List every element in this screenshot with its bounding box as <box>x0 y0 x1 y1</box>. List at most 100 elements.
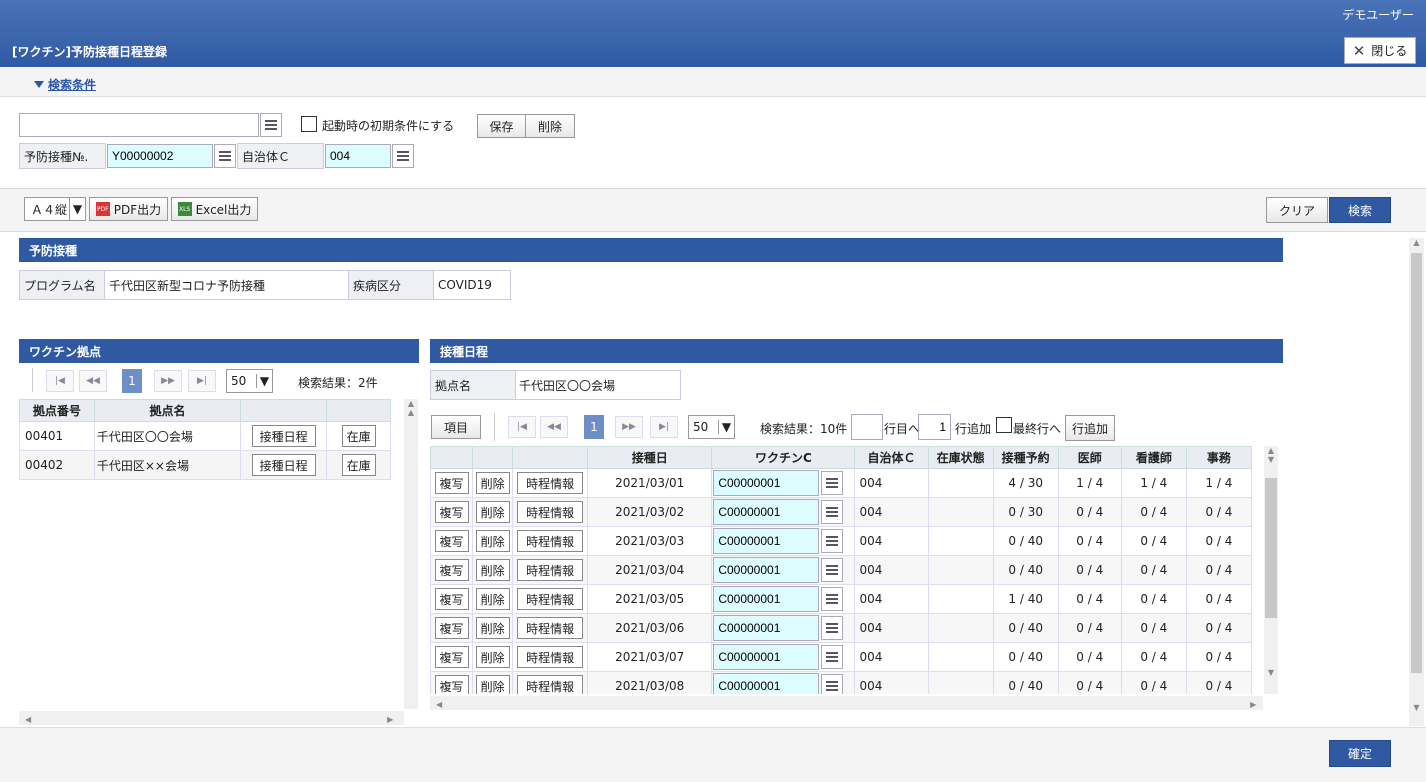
vaccine-list-button[interactable] <box>821 529 844 553</box>
vaccine-list-button[interactable] <box>821 471 844 495</box>
page-number[interactable]: 1 <box>584 415 604 439</box>
vaccine-list-button[interactable] <box>821 674 844 694</box>
paper-size-select[interactable]: Ａ４縦 ▼ <box>24 197 86 221</box>
nurse-cell: 0 / 4 <box>1120 555 1187 585</box>
table-row[interactable]: 00402 千代田区××会場 接種日程 在庫 <box>19 450 391 480</box>
table-row[interactable]: 複写削除時程情報2021/03/060040 / 400 / 40 / 40 /… <box>430 613 1253 643</box>
goto-row-label: 行目へ <box>884 422 921 436</box>
copy-button[interactable]: 複写 <box>434 675 469 694</box>
time-info-button[interactable]: 時程情報 <box>517 646 584 668</box>
table-row[interactable]: 複写削除時程情報2021/03/080040 / 400 / 40 / 40 /… <box>430 671 1253 694</box>
page-vertical-scrollbar[interactable]: ▲ ▼ <box>1409 238 1424 726</box>
initial-condition-checkbox[interactable] <box>301 116 317 132</box>
base-page-size-select[interactable]: 50 ▼ <box>226 369 273 393</box>
schedule-page-size-select[interactable]: 50 ▼ <box>688 415 735 439</box>
time-info-button[interactable]: 時程情報 <box>517 588 584 610</box>
columns-button[interactable]: 項目 <box>431 415 481 439</box>
delete-row-button[interactable]: 削除 <box>475 646 510 668</box>
goto-row-input[interactable] <box>851 414 883 440</box>
vaccine-code-input[interactable] <box>713 528 820 554</box>
vaccine-list-button[interactable] <box>821 558 844 582</box>
delete-condition-button[interactable]: 削除 <box>525 114 575 138</box>
excel-export-button[interactable]: XLS Excel出力 <box>171 197 258 221</box>
vaccine-code-input[interactable] <box>713 557 820 583</box>
vaccine-code-input[interactable] <box>713 499 820 525</box>
base-horizontal-scrollbar[interactable]: ◀ ▶ <box>19 711 404 725</box>
page-number[interactable]: 1 <box>122 369 142 393</box>
vaccine-list-button[interactable] <box>821 616 844 640</box>
doctor-cell: 0 / 4 <box>1057 584 1122 614</box>
delete-row-button[interactable]: 削除 <box>475 530 510 552</box>
schedule-horizontal-scrollbar[interactable]: ◀ ▶ <box>430 696 1263 710</box>
time-info-button[interactable]: 時程情報 <box>517 472 584 494</box>
next-page-button[interactable]: ▶▶ <box>154 370 182 392</box>
time-info-button[interactable]: 時程情報 <box>517 501 584 523</box>
confirm-button[interactable]: 確定 <box>1329 740 1391 767</box>
schedule-button[interactable]: 接種日程 <box>251 454 316 476</box>
delete-row-button[interactable]: 削除 <box>475 559 510 581</box>
add-row-button[interactable]: 行追加 <box>1065 415 1115 441</box>
schedule-button[interactable]: 接種日程 <box>251 425 316 447</box>
vaccine-code-input[interactable] <box>713 615 820 641</box>
table-row[interactable]: 複写削除時程情報2021/03/010044 / 301 / 41 / 41 /… <box>430 468 1253 498</box>
vaccine-list-button[interactable] <box>821 587 844 611</box>
prev-page-button[interactable]: ◀◀ <box>540 416 568 438</box>
stock-status-cell <box>927 642 994 672</box>
time-info-button[interactable]: 時程情報 <box>517 530 584 552</box>
copy-button[interactable]: 複写 <box>434 588 469 610</box>
copy-button[interactable]: 複写 <box>434 472 469 494</box>
condition-list-button[interactable] <box>260 113 282 137</box>
stock-button[interactable]: 在庫 <box>341 425 376 447</box>
table-row[interactable]: 複写削除時程情報2021/03/030040 / 400 / 40 / 40 /… <box>430 526 1253 556</box>
scroll-thumb[interactable] <box>1265 478 1277 618</box>
municipality-list-button[interactable] <box>392 144 414 168</box>
vaccination-no-list-button[interactable] <box>214 144 236 168</box>
scroll-thumb[interactable] <box>1411 253 1422 673</box>
first-page-button[interactable]: |◀ <box>508 416 536 438</box>
clear-button[interactable]: クリア <box>1266 197 1328 223</box>
vaccine-list-button[interactable] <box>821 645 844 669</box>
pdf-export-button[interactable]: PDF PDF出力 <box>89 197 168 221</box>
vaccine-list-button[interactable] <box>821 500 844 524</box>
schedule-vertical-scrollbar[interactable]: ▲ ▼ ▼ <box>1264 446 1278 694</box>
delete-row-button[interactable]: 削除 <box>475 588 510 610</box>
copy-button[interactable]: 複写 <box>434 617 469 639</box>
copy-button[interactable]: 複写 <box>434 501 469 523</box>
table-row[interactable]: 複写削除時程情報2021/03/040040 / 400 / 40 / 40 /… <box>430 555 1253 585</box>
time-info-button[interactable]: 時程情報 <box>517 617 584 639</box>
condition-name-input[interactable] <box>19 113 259 137</box>
table-row[interactable]: 複写削除時程情報2021/03/070040 / 400 / 40 / 40 /… <box>430 642 1253 672</box>
delete-row-button[interactable]: 削除 <box>475 472 510 494</box>
last-page-button[interactable]: ▶| <box>188 370 216 392</box>
vaccine-code-input[interactable] <box>713 644 820 670</box>
time-info-button[interactable]: 時程情報 <box>517 675 584 694</box>
last-row-checkbox[interactable] <box>996 417 1012 433</box>
time-info-button[interactable]: 時程情報 <box>517 559 584 581</box>
add-row-count-input[interactable] <box>918 414 951 440</box>
delete-row-button[interactable]: 削除 <box>475 617 510 639</box>
vaccine-code-input[interactable] <box>713 586 820 612</box>
stock-button[interactable]: 在庫 <box>341 454 376 476</box>
delete-row-button[interactable]: 削除 <box>475 675 510 694</box>
prev-page-button[interactable]: ◀◀ <box>79 370 107 392</box>
delete-row-button[interactable]: 削除 <box>475 501 510 523</box>
base-vertical-scrollbar[interactable]: ▲ ▲ <box>404 399 418 709</box>
next-page-button[interactable]: ▶▶ <box>615 416 643 438</box>
first-page-button[interactable]: |◀ <box>46 370 74 392</box>
municipality-cell: 004 <box>854 497 929 527</box>
vaccine-code-input[interactable] <box>713 673 820 694</box>
table-row[interactable]: 複写削除時程情報2021/03/020040 / 300 / 40 / 40 /… <box>430 497 1253 527</box>
search-button[interactable]: 検索 <box>1329 197 1391 223</box>
close-button[interactable]: ✕ 閉じる <box>1344 37 1416 64</box>
vaccination-no-input[interactable] <box>107 144 213 168</box>
save-condition-button[interactable]: 保存 <box>477 114 526 138</box>
municipality-input[interactable] <box>325 144 391 168</box>
copy-button[interactable]: 複写 <box>434 646 469 668</box>
last-page-button[interactable]: ▶| <box>650 416 678 438</box>
table-row[interactable]: 00401 千代田区〇〇会場 接種日程 在庫 <box>19 421 391 451</box>
vaccine-code-input[interactable] <box>713 470 820 496</box>
copy-button[interactable]: 複写 <box>434 559 469 581</box>
condition-toggle[interactable]: 検索条件 <box>34 76 96 93</box>
table-row[interactable]: 複写削除時程情報2021/03/050041 / 400 / 40 / 40 /… <box>430 584 1253 614</box>
copy-button[interactable]: 複写 <box>434 530 469 552</box>
